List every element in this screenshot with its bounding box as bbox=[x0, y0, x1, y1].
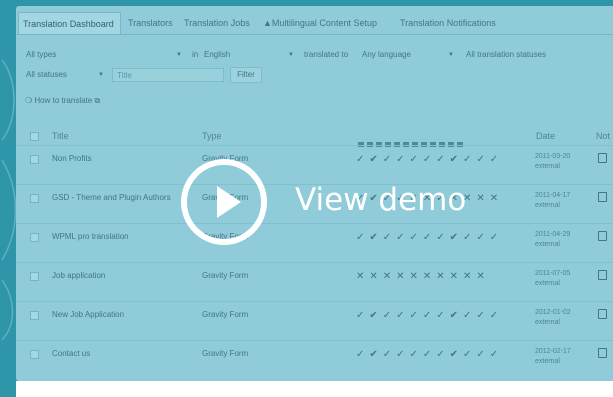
view-demo-label[interactable]: View demo bbox=[295, 182, 466, 218]
play-button[interactable] bbox=[181, 159, 267, 245]
play-icon bbox=[217, 186, 241, 218]
video-overlay: View demo bbox=[0, 0, 613, 397]
